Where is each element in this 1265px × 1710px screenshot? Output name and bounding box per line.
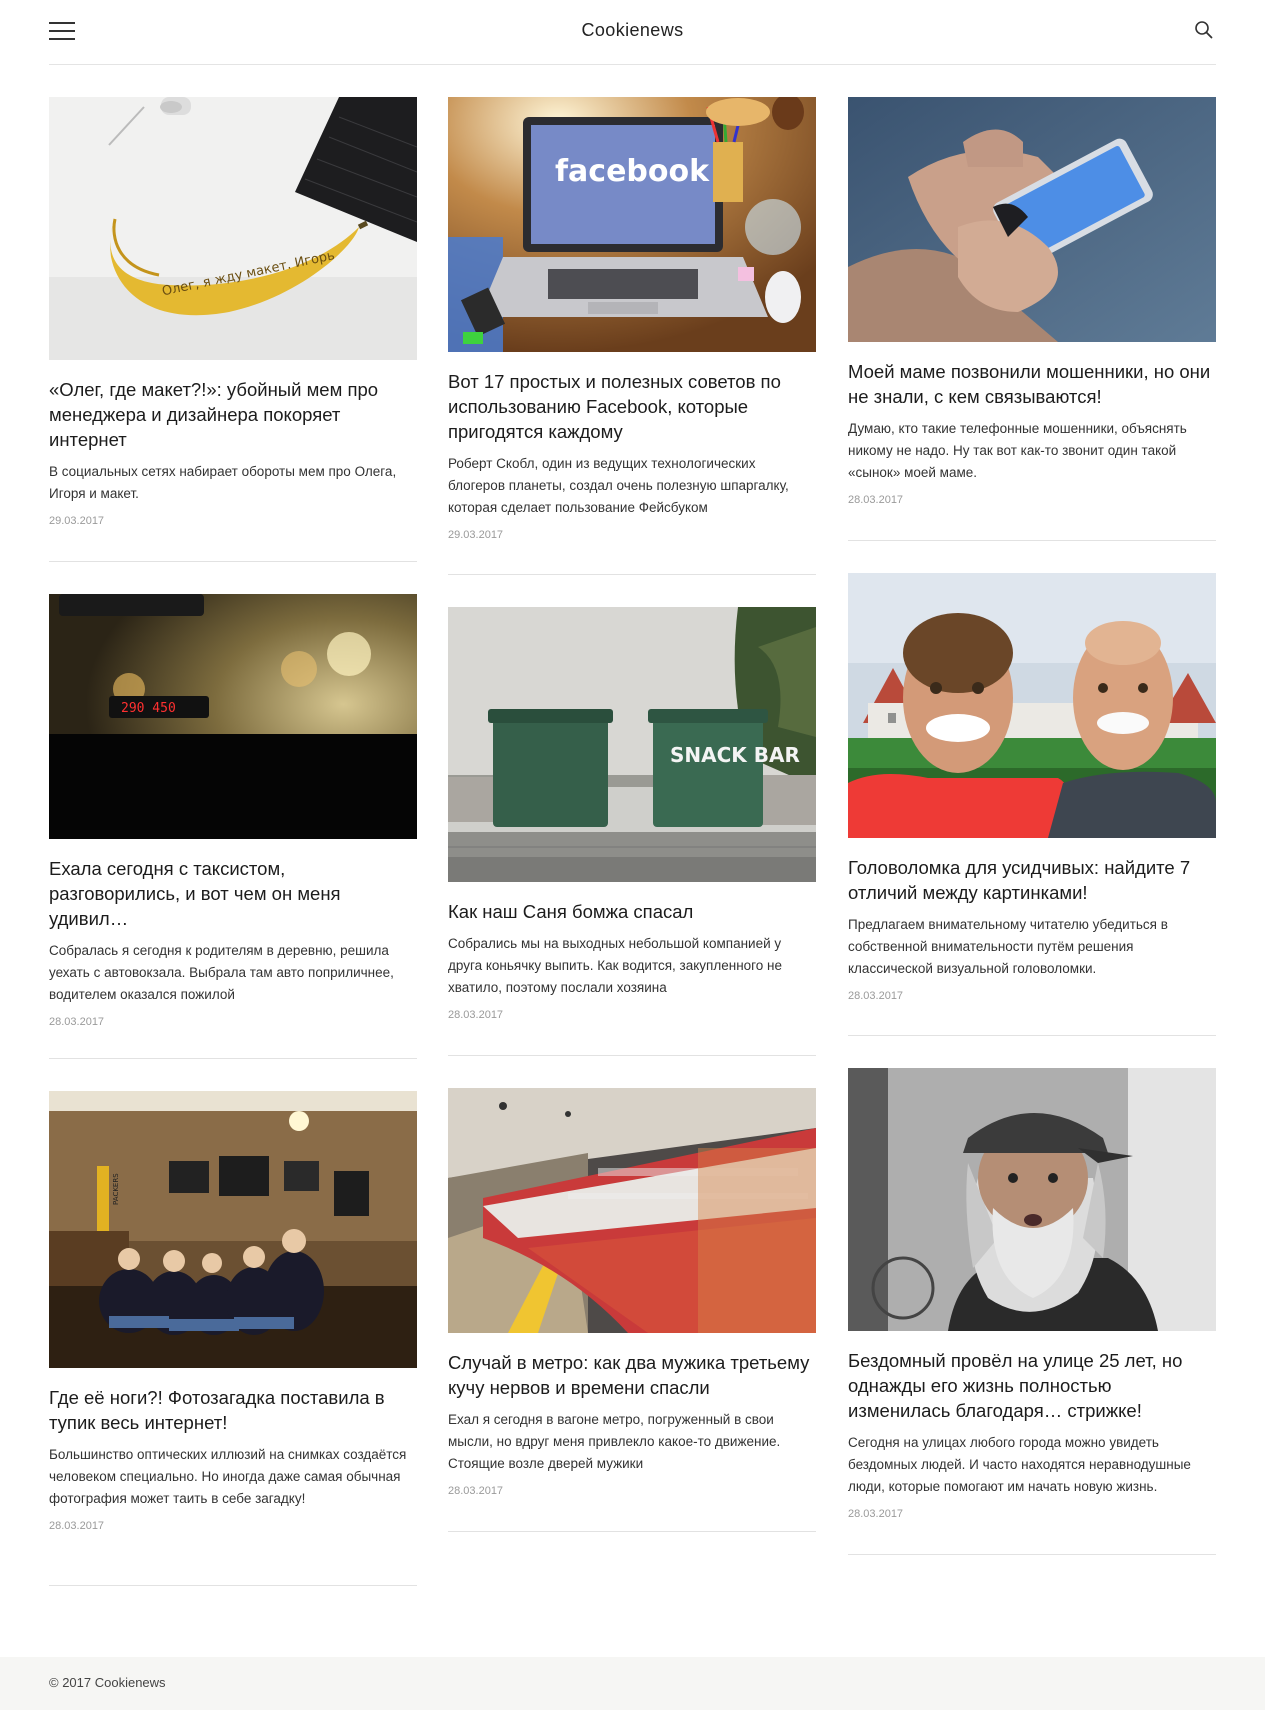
article-card[interactable]: SNACK BAR Как наш Саня бомжа спасал Собр…	[448, 607, 816, 1056]
footer-copyright: © 2017 Cookienews	[49, 1675, 166, 1690]
taximeter-text: 290 450	[121, 701, 176, 716]
article-card[interactable]: PACKERS Где её ноги?! Фотозагадка постав…	[49, 1091, 417, 1586]
site-footer: © 2017 Cookienews	[0, 1657, 1265, 1710]
article-image[interactable]	[848, 97, 1216, 342]
article-excerpt: Ехал я сегодня в вагоне метро, погруженн…	[448, 1412, 781, 1471]
article-excerpt: Думаю, кто такие телефонные мошенники, о…	[848, 421, 1187, 480]
article-card[interactable]: facebook Вот 17 простых и полезных совет…	[448, 97, 816, 575]
article-date: 29.03.2017	[448, 529, 504, 541]
article-title[interactable]: Где её ноги?! Фотозагадка поставила в ту…	[49, 1385, 417, 1435]
article-excerpt: В социальных сетях набирает обороты мем …	[49, 464, 397, 501]
article-title[interactable]: Как наш Саня бомжа спасал	[448, 899, 816, 924]
article-image[interactable]	[848, 1068, 1216, 1331]
article-excerpt: Роберт Скобл, один из ведущих технологич…	[448, 456, 789, 515]
article-date: 29.03.2017	[49, 515, 105, 527]
article-title[interactable]: Бездомный провёл на улице 25 лет, но одн…	[848, 1348, 1216, 1423]
article-title[interactable]: Ехала сегодня с таксистом, разговорились…	[49, 856, 417, 931]
article-card[interactable]: Моей маме позвонили мошенники, но они не…	[848, 97, 1216, 541]
article-date: 28.03.2017	[49, 1520, 105, 1532]
article-card[interactable]: Бездомный провёл на улице 25 лет, но одн…	[848, 1068, 1216, 1555]
article-image[interactable]: 290 450	[49, 594, 417, 839]
article-excerpt: Собрались мы на выходных небольшой компа…	[448, 936, 783, 995]
article-excerpt: Собралась я сегодня к родителям в деревн…	[49, 943, 394, 1002]
site-header: Cookienews	[49, 0, 1216, 65]
article-excerpt: Предлагаем внимательному читателю убедит…	[848, 917, 1168, 976]
news-column-left: Олег, я жду макет. Игорь «Олег, где маке…	[49, 97, 417, 1586]
article-card[interactable]: 290 450 Ехала сегодня с таксистом, разго…	[49, 594, 417, 1059]
article-image[interactable]: SNACK BAR	[448, 607, 816, 882]
site-logo[interactable]: Cookienews	[49, 20, 1216, 41]
graffiti-text: SNACK BAR	[670, 743, 800, 767]
article-date: 28.03.2017	[848, 494, 904, 506]
article-excerpt: Сегодня на улицах любого города можно ув…	[848, 1435, 1191, 1494]
article-date: 28.03.2017	[848, 1508, 904, 1520]
article-card[interactable]: Случай в метро: как два мужика третьему …	[448, 1088, 816, 1532]
article-title[interactable]: Моей маме позвонили мошенники, но они не…	[848, 359, 1216, 409]
article-image[interactable]: Олег, я жду макет. Игорь	[49, 97, 417, 360]
article-image[interactable]: facebook	[448, 97, 816, 352]
facebook-screen-text: facebook	[555, 154, 710, 189]
article-card[interactable]: Головоломка для усидчивых: найдите 7 отл…	[848, 573, 1216, 1036]
article-date: 28.03.2017	[49, 1016, 105, 1028]
article-excerpt: Большинство оптических иллюзий на снимка…	[49, 1447, 407, 1506]
article-title[interactable]: Вот 17 простых и полезных советов по исп…	[448, 369, 816, 444]
article-title[interactable]: «Олег, где макет?!»: убойный мем про мен…	[49, 377, 417, 452]
article-image[interactable]	[448, 1088, 816, 1333]
pennant-text: PACKERS	[112, 1173, 120, 1205]
article-date: 28.03.2017	[448, 1485, 504, 1497]
article-image[interactable]	[848, 573, 1216, 838]
article-date: 28.03.2017	[448, 1009, 504, 1021]
news-column-right: Моей маме позвонили мошенники, но они не…	[848, 97, 1216, 1555]
article-title[interactable]: Головоломка для усидчивых: найдите 7 отл…	[848, 855, 1216, 905]
article-date: 28.03.2017	[848, 990, 904, 1002]
search-icon[interactable]	[1194, 20, 1214, 40]
news-column-middle: facebook Вот 17 простых и полезных совет…	[448, 97, 816, 1532]
article-title[interactable]: Случай в метро: как два мужика третьему …	[448, 1350, 816, 1400]
article-image[interactable]: PACKERS	[49, 1091, 417, 1368]
article-card[interactable]: Олег, я жду макет. Игорь «Олег, где маке…	[49, 97, 417, 562]
